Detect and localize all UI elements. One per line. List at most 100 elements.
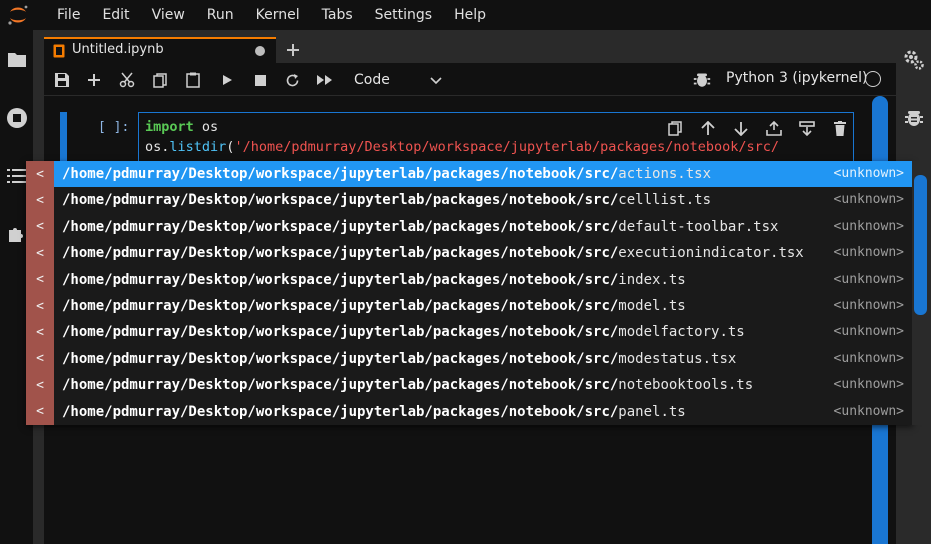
menu-file[interactable]: File <box>46 0 91 30</box>
running-icon[interactable] <box>6 107 28 129</box>
cell-input-prompt: [ ]: <box>98 120 130 135</box>
delete-cell-button[interactable] <box>823 118 856 138</box>
completer-item-type-badge: < <box>26 161 54 188</box>
fast-forward-icon <box>317 75 332 85</box>
completer-item-label: /home/pdmurray/Desktop/workspace/jupyter… <box>62 377 753 393</box>
completer-item-label: /home/pdmurray/Desktop/workspace/jupyter… <box>62 272 686 288</box>
completer-item-label: /home/pdmurray/Desktop/workspace/jupyter… <box>62 219 778 235</box>
plus-icon <box>287 44 299 56</box>
completer-item-match: /home/pdmurray/Desktop/workspace/jupyter… <box>62 218 619 235</box>
interrupt-button[interactable] <box>249 69 271 91</box>
completer-item-filename: modestatus.tsx <box>618 350 737 367</box>
completer-item[interactable]: < /home/pdmurray/Desktop/workspace/jupyte… <box>26 293 913 320</box>
play-icon <box>223 75 232 85</box>
move-cell-down-button[interactable] <box>724 118 757 138</box>
save-icon <box>55 73 69 87</box>
completer-item-type-badge: < <box>26 398 54 425</box>
cell-collapser[interactable] <box>60 112 67 164</box>
menu-edit[interactable]: Edit <box>91 0 140 30</box>
menu-view[interactable]: View <box>141 0 196 30</box>
completer-item-kind: <unknown> <box>833 192 904 208</box>
restart-run-all-button[interactable] <box>314 69 336 91</box>
completer-item-match: /home/pdmurray/Desktop/workspace/jupyter… <box>62 166 619 182</box>
completer-item-filename: executionindicator.tsx <box>618 245 804 262</box>
copy-icon <box>152 72 167 88</box>
insert-cell-below-button[interactable] <box>790 118 823 138</box>
menu-settings[interactable]: Settings <box>364 0 443 30</box>
completer-item[interactable]: < /home/pdmurray/Desktop/workspace/jupyte… <box>26 161 913 188</box>
debugger-bug-icon[interactable] <box>903 106 925 128</box>
debugger-toggle-bug-icon[interactable] <box>692 69 712 89</box>
copy-button[interactable] <box>149 69 171 91</box>
tab-label: Untitled.ipynb <box>72 42 164 57</box>
paste-button[interactable] <box>182 69 204 91</box>
completer-item-filename: index.ts <box>618 271 686 288</box>
run-button[interactable] <box>216 69 238 91</box>
stop-icon <box>254 74 266 86</box>
completer-item-type-badge: < <box>26 213 54 241</box>
completer-item[interactable]: < /home/pdmurray/Desktop/workspace/jupyte… <box>26 187 913 214</box>
menu-help[interactable]: Help <box>443 0 497 30</box>
folder-icon[interactable] <box>6 48 28 70</box>
completer-item[interactable]: < /home/pdmurray/Desktop/workspace/jupyte… <box>26 319 913 346</box>
insert-cell-above-button[interactable] <box>757 118 790 138</box>
tab-untitled-notebook[interactable]: Untitled.ipynb <box>44 37 276 63</box>
duplicate-icon <box>667 120 682 136</box>
completer-item-type-badge: < <box>26 240 54 267</box>
completer-item-label: /home/pdmurray/Desktop/workspace/jupyter… <box>62 351 736 367</box>
extension-puzzle-icon[interactable] <box>6 223 28 245</box>
completer-item-kind: <unknown> <box>833 377 904 393</box>
paste-icon <box>186 72 200 88</box>
code-function: listdir <box>169 139 227 155</box>
trash-icon <box>833 120 846 136</box>
completer-item-kind: <unknown> <box>833 350 904 366</box>
kernel-name-button[interactable]: Python 3 (ipykernel) <box>726 70 867 86</box>
duplicate-cell-button[interactable] <box>658 118 691 138</box>
completer-item-match: /home/pdmurray/Desktop/workspace/jupyter… <box>62 350 619 367</box>
completer-scrollbar-thumb[interactable] <box>914 175 927 315</box>
menu-run[interactable]: Run <box>196 0 245 30</box>
completer-item-match: /home/pdmurray/Desktop/workspace/jupyter… <box>62 377 619 394</box>
completer-item-filename: celllist.ts <box>618 192 712 209</box>
new-tab-button[interactable] <box>280 37 306 63</box>
move-cell-up-button[interactable] <box>691 118 724 138</box>
insert-cell-button[interactable] <box>83 69 105 91</box>
plus-icon <box>88 74 100 86</box>
restart-button[interactable] <box>281 69 303 91</box>
completer-item-match: /home/pdmurray/Desktop/workspace/jupyter… <box>62 245 619 262</box>
completer-item[interactable]: < /home/pdmurray/Desktop/workspace/jupyte… <box>26 213 913 241</box>
completer-item[interactable]: < /home/pdmurray/Desktop/workspace/jupyte… <box>26 240 913 267</box>
cut-button[interactable] <box>116 69 138 91</box>
completer-popup: < /home/pdmurray/Desktop/workspace/jupyte… <box>26 161 913 425</box>
menu-kernel[interactable]: Kernel <box>245 0 311 30</box>
completer-item-type-badge: < <box>26 187 54 214</box>
completer-item-label: /home/pdmurray/Desktop/workspace/jupyter… <box>62 166 711 182</box>
completer-item-kind: <unknown> <box>833 271 904 287</box>
completer-item-label: /home/pdmurray/Desktop/workspace/jupyter… <box>62 404 686 420</box>
cell-type-select[interactable]: Code <box>350 68 442 92</box>
completer-item-kind: <unknown> <box>833 245 904 261</box>
notebook-file-icon <box>53 44 65 58</box>
code-module: os <box>193 119 219 135</box>
chevron-down-icon <box>430 77 442 85</box>
menu-tabs[interactable]: Tabs <box>311 0 364 30</box>
jupyter-logo-icon[interactable] <box>6 3 30 27</box>
completer-item[interactable]: < /home/pdmurray/Desktop/workspace/jupyte… <box>26 398 913 425</box>
cell-toolbar <box>658 118 856 138</box>
scissors-icon <box>119 72 135 88</box>
completer-item-kind: <unknown> <box>833 218 904 234</box>
completer-item-match: /home/pdmurray/Desktop/workspace/jupyter… <box>62 298 619 314</box>
unsaved-dot-icon[interactable] <box>255 46 265 56</box>
code-line-1: import os <box>145 119 218 135</box>
completer-item-type-badge: < <box>26 345 54 373</box>
completer-item[interactable]: < /home/pdmurray/Desktop/workspace/jupyte… <box>26 372 913 399</box>
completer-item-match: /home/pdmurray/Desktop/workspace/jupyter… <box>62 271 619 288</box>
property-inspector-gears-icon[interactable] <box>903 48 925 70</box>
completer-item[interactable]: < /home/pdmurray/Desktop/workspace/jupyte… <box>26 266 913 293</box>
completer-item-filename: actions.tsx <box>618 166 712 182</box>
completer-item-filename: modelfactory.ts <box>618 324 745 341</box>
table-of-contents-icon[interactable] <box>6 165 28 187</box>
insert-above-icon <box>765 120 782 136</box>
save-button[interactable] <box>51 69 73 91</box>
completer-item[interactable]: < /home/pdmurray/Desktop/workspace/jupyte… <box>26 345 913 373</box>
